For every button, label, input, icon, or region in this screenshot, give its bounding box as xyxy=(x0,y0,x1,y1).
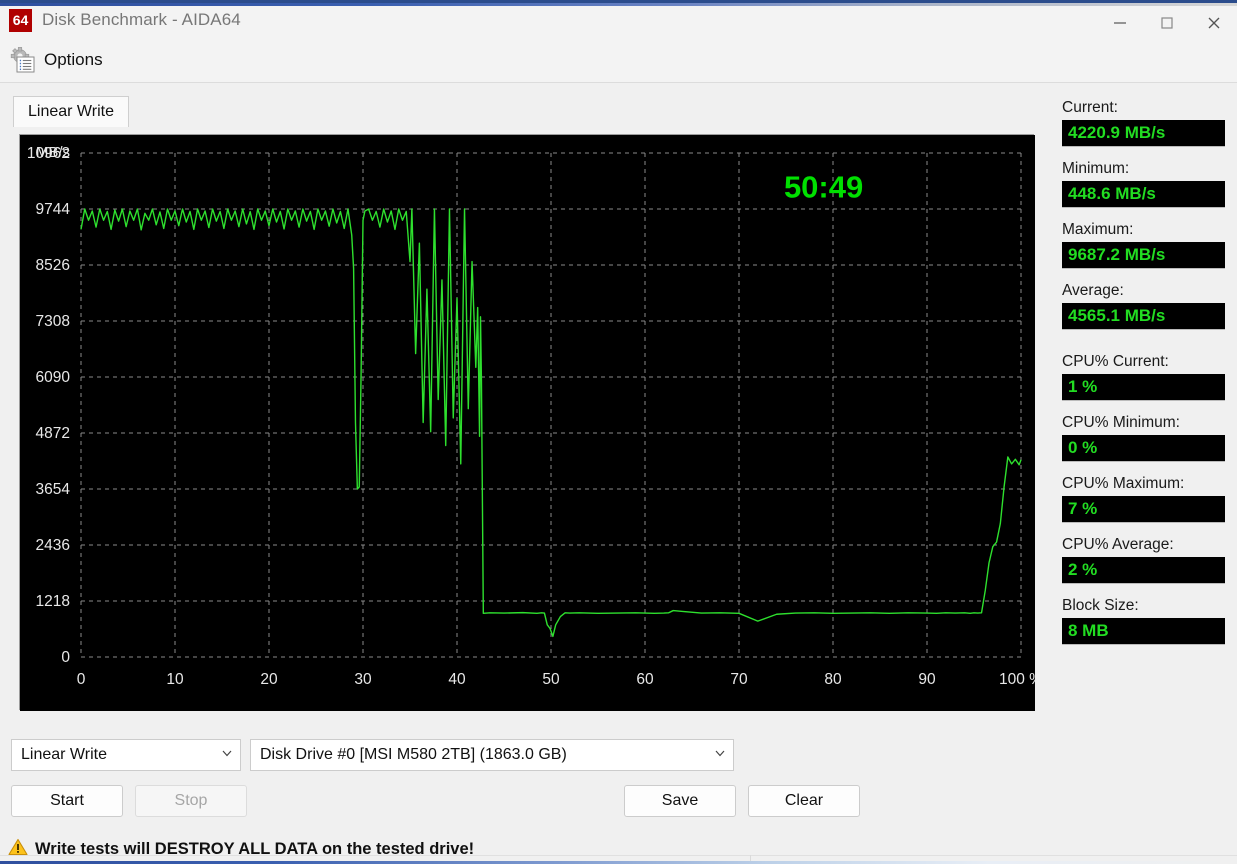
stat-value-average: 4565.1 MB/s xyxy=(1062,303,1225,330)
statistics-panel: Current: 4220.9 MB/s Minimum: 448.6 MB/s Max… xyxy=(1062,98,1225,657)
y-tick-label: 1218 xyxy=(36,593,70,610)
window-title: Disk Benchmark - AIDA64 xyxy=(42,10,241,29)
stat-label-cpu-minimum: CPU% Minimum: xyxy=(1062,414,1180,431)
y-tick-label: 10962 xyxy=(27,145,70,162)
stat-label-maximum: Maximum: xyxy=(1062,221,1134,238)
chevron-down-icon xyxy=(713,746,727,765)
options-label: Options xyxy=(44,49,103,69)
y-tick-label: 2436 xyxy=(36,537,70,554)
stat-label-minimum: Minimum: xyxy=(1062,160,1130,177)
stat-label-cpu-average: CPU% Average: xyxy=(1062,536,1174,553)
stop-button[interactable]: Stop xyxy=(135,785,247,817)
chart-canvas: MB/s012182436365448726090730885269744109… xyxy=(20,135,1035,711)
title-accent-bar xyxy=(0,3,1237,6)
stat-value-cpu-current: 1 % xyxy=(1062,374,1225,401)
title-bar: 64 Disk Benchmark - AIDA64 xyxy=(0,0,1237,37)
tab-linear-write[interactable]: Linear Write xyxy=(13,96,129,127)
x-tick-label: 10 xyxy=(166,671,184,688)
x-tick-label: 60 xyxy=(636,671,654,688)
chart-background xyxy=(20,135,1035,711)
stat-cpu-average: CPU% Average: 2 % xyxy=(1062,535,1225,584)
drive-select-value: Disk Drive #0 [MSI M580 2TB] (1863.0 GB) xyxy=(260,746,567,763)
gear-list-icon xyxy=(8,45,38,75)
drive-select[interactable]: Disk Drive #0 [MSI M580 2TB] (1863.0 GB) xyxy=(250,739,734,771)
start-button[interactable]: Start xyxy=(11,785,123,817)
stat-label-average: Average: xyxy=(1062,282,1124,299)
stat-minimum: Minimum: 448.6 MB/s xyxy=(1062,159,1225,208)
stat-value-cpu-maximum: 7 % xyxy=(1062,496,1225,523)
stat-value-minimum: 448.6 MB/s xyxy=(1062,181,1225,208)
y-tick-label: 8526 xyxy=(36,257,70,274)
clear-button[interactable]: Clear xyxy=(748,785,860,817)
options-button[interactable]: Options xyxy=(0,40,113,80)
x-tick-label: 40 xyxy=(448,671,466,688)
toolbar: Options xyxy=(0,37,1237,83)
stat-label-cpu-current: CPU% Current: xyxy=(1062,353,1169,370)
stat-average: Average: 4565.1 MB/s xyxy=(1062,281,1225,330)
stat-current: Current: 4220.9 MB/s xyxy=(1062,98,1225,147)
stat-value-current: 4220.9 MB/s xyxy=(1062,120,1225,147)
stat-cpu-maximum: CPU% Maximum: 7 % xyxy=(1062,474,1225,523)
y-tick-label: 9744 xyxy=(36,201,71,218)
y-tick-label: 6090 xyxy=(36,369,71,386)
stat-value-cpu-average: 2 % xyxy=(1062,557,1225,584)
tab-strip: Linear Write xyxy=(8,96,1034,127)
stat-cpu-minimum: CPU% Minimum: 0 % xyxy=(1062,413,1225,462)
tab-strip-background xyxy=(8,110,1034,127)
x-tick-label: 100 % xyxy=(999,671,1035,688)
chevron-down-icon xyxy=(220,746,234,765)
stat-maximum: Maximum: 9687.2 MB/s xyxy=(1062,220,1225,269)
disk-benchmark-window: 64 Disk Benchmark - AIDA64 Options Linea… xyxy=(0,0,1237,864)
x-tick-label: 90 xyxy=(918,671,936,688)
stat-block-size: Block Size: 8 MB xyxy=(1062,596,1225,645)
x-tick-label: 0 xyxy=(77,671,86,688)
y-tick-label: 0 xyxy=(61,649,70,666)
benchmark-chart: MB/s 0 1218 2436 3654 4872 6090 7308 8526 9744 109… xyxy=(19,134,1035,711)
x-tick-label: 50 xyxy=(542,671,560,688)
x-tick-label: 30 xyxy=(354,671,372,688)
x-tick-label: 70 xyxy=(730,671,748,688)
elapsed-timer: 50:49 xyxy=(784,170,863,205)
minimize-icon[interactable] xyxy=(1096,6,1143,40)
close-icon[interactable] xyxy=(1190,6,1237,40)
stat-value-cpu-minimum: 0 % xyxy=(1062,435,1225,462)
stat-label-cpu-maximum: CPU% Maximum: xyxy=(1062,475,1185,492)
stat-label-current: Current: xyxy=(1062,99,1118,116)
window-controls xyxy=(1096,6,1237,40)
test-type-value: Linear Write xyxy=(21,746,107,763)
test-type-select[interactable]: Linear Write xyxy=(11,739,241,771)
save-button[interactable]: Save xyxy=(624,785,736,817)
stat-value-block-size: 8 MB xyxy=(1062,618,1225,645)
x-tick-label: 20 xyxy=(260,671,278,688)
y-tick-label: 4872 xyxy=(36,425,70,442)
y-tick-label: 3654 xyxy=(36,481,71,498)
stat-label-block-size: Block Size: xyxy=(1062,597,1139,614)
y-tick-label: 7308 xyxy=(36,313,70,330)
aida64-icon: 64 xyxy=(9,8,32,32)
stat-value-maximum: 9687.2 MB/s xyxy=(1062,242,1225,269)
maximize-icon[interactable] xyxy=(1143,6,1190,40)
stat-cpu-current: CPU% Current: 1 % xyxy=(1062,352,1225,401)
x-tick-label: 80 xyxy=(824,671,842,688)
